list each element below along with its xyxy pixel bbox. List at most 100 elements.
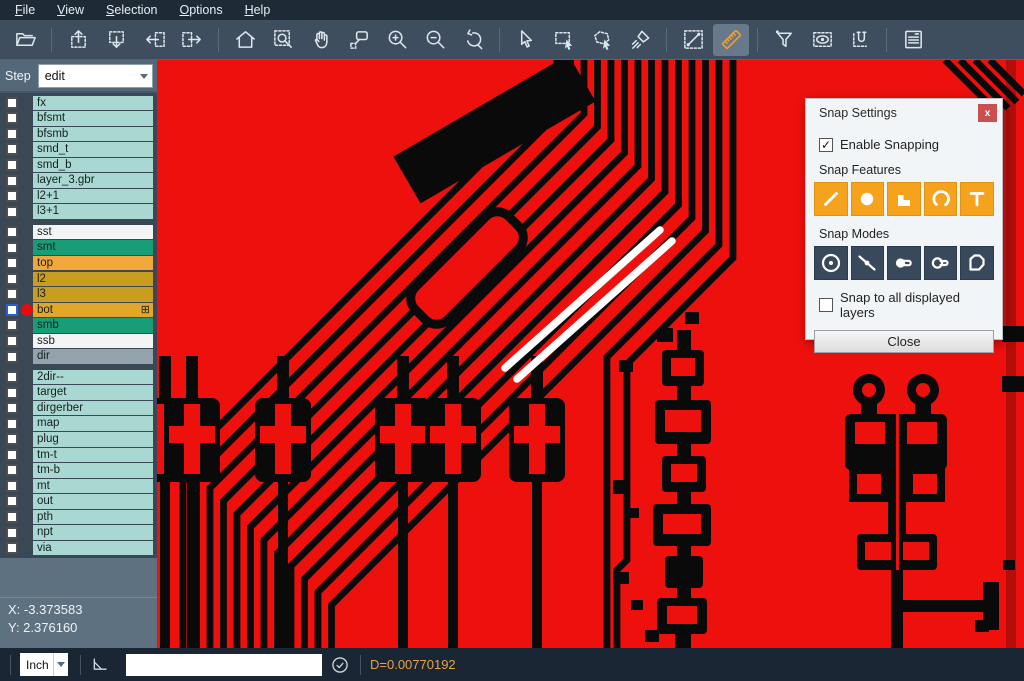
snap-mode-center-button[interactable] [814, 246, 848, 280]
layer-row-via[interactable]: via [0, 540, 153, 556]
zoom-in-button[interactable] [379, 24, 415, 56]
zoom-window-button[interactable] [265, 24, 301, 56]
layer-grid-badge-icon[interactable]: ⊞ [141, 303, 150, 318]
layer-checkbox-2dir--[interactable] [6, 371, 18, 383]
layer-checkbox-tm-t[interactable] [6, 449, 18, 461]
snap-feature-line-button[interactable] [814, 182, 848, 216]
layer-name-cell[interactable]: map [33, 416, 153, 431]
angle-corner-icon[interactable] [91, 655, 111, 675]
menu-item-view[interactable]: View [46, 0, 95, 20]
layer-name-cell[interactable]: smb [33, 318, 153, 333]
layer-name-cell[interactable]: tm-b [33, 463, 153, 478]
layer-checkbox-via[interactable] [6, 542, 18, 554]
layer-checkbox-out[interactable] [6, 495, 18, 507]
layer-name-cell[interactable]: top [33, 256, 153, 271]
home-view-button[interactable] [227, 24, 263, 56]
layer-row-plug[interactable]: plug [0, 431, 153, 447]
select-arrow-button[interactable] [508, 24, 544, 56]
menu-item-selection[interactable]: Selection [95, 0, 168, 20]
check-circle-icon[interactable] [330, 655, 350, 675]
layer-name-cell[interactable]: dirgerber [33, 401, 153, 416]
menu-item-help[interactable]: Help [234, 0, 282, 20]
layer-checkbox-bfsmt[interactable] [6, 112, 18, 124]
layer-row-tm-b[interactable]: tm-b [0, 463, 153, 479]
layer-name-cell[interactable]: smd_b [33, 158, 153, 173]
select-polygon-button[interactable] [584, 24, 620, 56]
layer-name-cell[interactable]: dir [33, 349, 153, 364]
layer-checkbox-smd_t[interactable] [6, 143, 18, 155]
layer-checkbox-npt[interactable] [6, 527, 18, 539]
layer-name-cell[interactable]: bfsmt [33, 111, 153, 126]
enable-snapping-row[interactable]: ✓ Enable Snapping [819, 137, 994, 152]
report-button[interactable] [895, 24, 931, 56]
layer-row-map[interactable]: map [0, 416, 153, 432]
pan-hand-button[interactable] [303, 24, 339, 56]
snap-feature-text-button[interactable] [960, 182, 994, 216]
layer-name-cell[interactable]: out [33, 494, 153, 509]
snap-feature-surface-button[interactable] [887, 182, 921, 216]
layer-row-pth[interactable]: pth [0, 509, 153, 525]
layer-name-cell[interactable]: l3 [33, 287, 153, 302]
layer-checkbox-sst[interactable] [6, 226, 18, 238]
highlight-brush-button[interactable] [622, 24, 658, 56]
layer-checkbox-l2+1[interactable] [6, 190, 18, 202]
layer-name-cell[interactable]: l2+1 [33, 189, 153, 204]
layer-row-sst[interactable]: sst [0, 224, 153, 240]
layer-row-npt[interactable]: npt [0, 525, 153, 541]
layer-name-cell[interactable]: ssb [33, 334, 153, 349]
menu-item-options[interactable]: Options [168, 0, 233, 20]
layer-row-target[interactable]: target [0, 385, 153, 401]
layer-row-tm-t[interactable]: tm-t [0, 447, 153, 463]
layer-name-cell[interactable]: l3+1 [33, 204, 153, 219]
view-visibility-button[interactable] [804, 24, 840, 56]
layer-name-cell[interactable]: bfsmb [33, 127, 153, 142]
move-object-button[interactable] [341, 24, 377, 56]
layer-checkbox-pth[interactable] [6, 511, 18, 523]
zoom-out-button[interactable] [417, 24, 453, 56]
layer-row-top[interactable]: top [0, 255, 153, 271]
active-layer-color-dot[interactable] [21, 304, 33, 316]
layer-row-smd_b[interactable]: smd_b [0, 157, 153, 173]
layer-row-dir[interactable]: dir [0, 349, 153, 365]
layer-name-cell[interactable]: fx [33, 96, 153, 111]
snap-feature-arc-button[interactable] [924, 182, 958, 216]
dialog-close-button[interactable]: Close [814, 330, 994, 353]
layer-name-cell[interactable]: smt [33, 240, 153, 255]
layer-checkbox-dirgerber[interactable] [6, 402, 18, 414]
layer-row-layer_3.gbr[interactable]: layer_3.gbr [0, 173, 153, 189]
measure-input[interactable] [126, 654, 322, 676]
layer-name-cell[interactable]: l2 [33, 272, 153, 287]
layer-checkbox-plug[interactable] [6, 433, 18, 445]
layer-checkbox-smb[interactable] [6, 319, 18, 331]
layer-checkbox-target[interactable] [6, 387, 18, 399]
layer-row-smd_t[interactable]: smd_t [0, 142, 153, 158]
layer-row-fx[interactable]: fx [0, 95, 153, 111]
layer-name-cell[interactable]: plug [33, 432, 153, 447]
layer-name-cell[interactable]: mt [33, 479, 153, 494]
layer-checkbox-layer_3.gbr[interactable] [6, 175, 18, 187]
layer-row-ssb[interactable]: ssb [0, 333, 153, 349]
layer-name-cell[interactable]: bot⊞ [33, 303, 153, 318]
layer-checkbox-smd_b[interactable] [6, 159, 18, 171]
layer-name-cell[interactable]: pth [33, 510, 153, 525]
layer-checkbox-l2[interactable] [6, 273, 18, 285]
layer-name-cell[interactable]: tm-t [33, 448, 153, 463]
measure-distance-button[interactable] [675, 24, 711, 56]
layer-row-smb[interactable]: smb [0, 318, 153, 334]
dialog-close-icon[interactable]: x [978, 104, 997, 122]
layer-row-dirgerber[interactable]: dirgerber [0, 400, 153, 416]
layer-name-cell[interactable]: smd_t [33, 142, 153, 157]
layer-name-cell[interactable]: sst [33, 225, 153, 240]
open-file-button[interactable] [7, 24, 43, 56]
layer-row-mt[interactable]: mt [0, 478, 153, 494]
layer-checkbox-l3[interactable] [6, 288, 18, 300]
layer-name-cell[interactable]: via [33, 541, 153, 556]
zoom-previous-button[interactable] [455, 24, 491, 56]
layer-row-2dir--[interactable]: 2dir-- [0, 369, 153, 385]
layer-row-l2[interactable]: l2 [0, 271, 153, 287]
unit-dropdown[interactable]: Inch [20, 653, 68, 676]
layer-name-cell[interactable]: npt [33, 525, 153, 540]
filter-button[interactable] [766, 24, 802, 56]
layer-row-bot[interactable]: bot⊞ [0, 302, 153, 318]
select-rectangle-button[interactable] [546, 24, 582, 56]
